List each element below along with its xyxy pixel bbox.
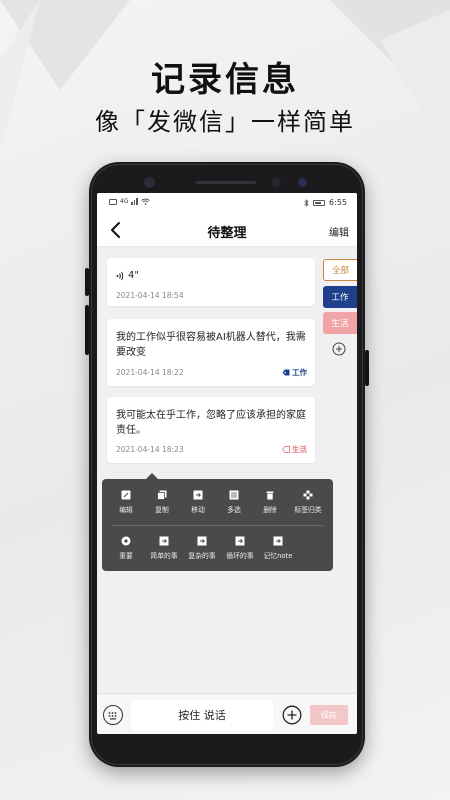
status-bar: 4G 6:55 <box>97 193 357 213</box>
menu-tag-sort[interactable]: 标签归类 <box>288 490 328 514</box>
note-time: 2021-04-14 18:23 <box>116 445 184 454</box>
phone-side-button <box>85 268 89 296</box>
notes-area: 全部 工作 生活 4" 2021-04-14 18:54 我的工作似乎很容易被A… <box>97 248 357 693</box>
earpiece <box>196 181 256 184</box>
category-tab-all[interactable]: 全部 <box>323 259 357 281</box>
note-tag-label: 生活 <box>292 445 307 454</box>
voice-icon <box>116 271 124 280</box>
multiselect-icon <box>229 490 239 500</box>
promo-headline: 记录信息 <box>151 60 299 100</box>
copy-icon <box>157 490 167 500</box>
tag-icon <box>282 369 290 376</box>
note-tag-label: 工作 <box>292 368 307 377</box>
phone-side-button <box>85 305 89 355</box>
save-button[interactable]: 保存 <box>310 705 348 725</box>
menu-copy[interactable]: 复制 <box>144 490 180 514</box>
menu-recurring-task-label: 循环的事 <box>226 552 254 560</box>
front-camera <box>144 177 155 188</box>
note-text: 我可能太在乎工作，忽略了应该承担的家庭责任。 <box>116 410 306 436</box>
hold-to-talk-button[interactable]: 按住 说话 <box>131 700 273 730</box>
promo-subheadline: 像「发微信」一样简单 <box>95 108 355 136</box>
menu-divider <box>112 525 323 526</box>
phone-sensor <box>272 178 281 187</box>
menu-move[interactable]: 移动 <box>180 490 216 514</box>
menu-simple-task[interactable]: 简单的事 <box>144 536 184 560</box>
note-card[interactable]: 我可能太在乎工作，忽略了应该承担的家庭责任。 2021-04-14 18:23 … <box>107 397 315 463</box>
signal-icon <box>131 198 138 205</box>
tag-sort-icon <box>303 490 313 500</box>
hd-icon <box>109 198 117 205</box>
important-icon <box>121 536 131 546</box>
app-screen: 4G 6:55 待整理 编辑 全部 工作 生活 4" 2021-04-14 18… <box>97 193 357 734</box>
plus-circle-icon[interactable] <box>282 705 302 725</box>
menu-move-label: 移动 <box>191 506 205 514</box>
voice-duration: 4" <box>128 270 139 281</box>
note-tag[interactable]: 生活 <box>282 444 307 455</box>
menu-multiselect-label: 多选 <box>227 506 241 514</box>
note-text: 我的工作似乎很容易被AI机器人替代，我需要改变 <box>116 332 306 358</box>
wifi-icon <box>141 198 150 205</box>
note-tag[interactable]: 工作 <box>282 367 307 378</box>
note-card-voice[interactable]: 4" 2021-04-14 18:54 <box>107 258 315 306</box>
trash-icon <box>266 491 274 500</box>
complex-task-icon <box>197 536 207 546</box>
menu-memory-note[interactable]: 记忆note <box>256 536 300 560</box>
category-tab-life[interactable]: 生活 <box>323 312 357 334</box>
phone-sensor <box>298 178 307 187</box>
edit-button[interactable]: 编辑 <box>329 224 349 239</box>
move-icon <box>193 490 203 500</box>
menu-complex-task-label: 复杂的事 <box>188 552 216 560</box>
menu-tag-sort-label: 标签归类 <box>294 506 322 514</box>
menu-recurring-task[interactable]: 循环的事 <box>220 536 260 560</box>
network-label: 4G <box>120 198 129 205</box>
menu-edit[interactable]: 编辑 <box>108 490 144 514</box>
memory-note-icon <box>273 536 283 546</box>
category-tab-work[interactable]: 工作 <box>323 286 357 308</box>
menu-edit-label: 编辑 <box>119 506 133 514</box>
menu-simple-task-label: 简单的事 <box>150 552 178 560</box>
tag-icon <box>282 446 290 453</box>
note-time: 2021-04-14 18:22 <box>116 368 184 377</box>
status-time: 6:55 <box>329 198 347 207</box>
menu-delete[interactable]: 删除 <box>252 490 288 514</box>
menu-complex-task[interactable]: 复杂的事 <box>182 536 222 560</box>
menu-important-label: 重要 <box>119 552 133 560</box>
menu-multiselect[interactable]: 多选 <box>216 490 252 514</box>
note-card[interactable]: 我的工作似乎很容易被AI机器人替代，我需要改变 2021-04-14 18:22… <box>107 319 315 386</box>
keyboard-icon[interactable] <box>103 705 123 725</box>
recurring-task-icon <box>235 536 245 546</box>
edit-icon <box>121 490 131 500</box>
bluetooth-icon <box>304 198 309 207</box>
menu-copy-label: 复制 <box>155 506 169 514</box>
menu-important[interactable]: 重要 <box>108 536 144 560</box>
menu-memory-note-label: 记忆note <box>263 552 293 560</box>
page-title: 待整理 <box>207 226 247 241</box>
menu-delete-label: 删除 <box>263 506 277 514</box>
battery-icon <box>313 199 326 206</box>
note-time: 2021-04-14 18:54 <box>116 291 184 300</box>
plus-circle-icon[interactable] <box>332 342 346 356</box>
context-menu: 编辑 复制 移动 多选 删除 标签归类 重要 简单的事 复杂的事 循环的事 记忆… <box>102 473 333 571</box>
input-bar: 按住 说话 保存 <box>97 693 357 734</box>
phone-power-button <box>365 350 369 386</box>
nav-bar: 待整理 编辑 <box>97 213 357 247</box>
simple-task-icon <box>159 536 169 546</box>
